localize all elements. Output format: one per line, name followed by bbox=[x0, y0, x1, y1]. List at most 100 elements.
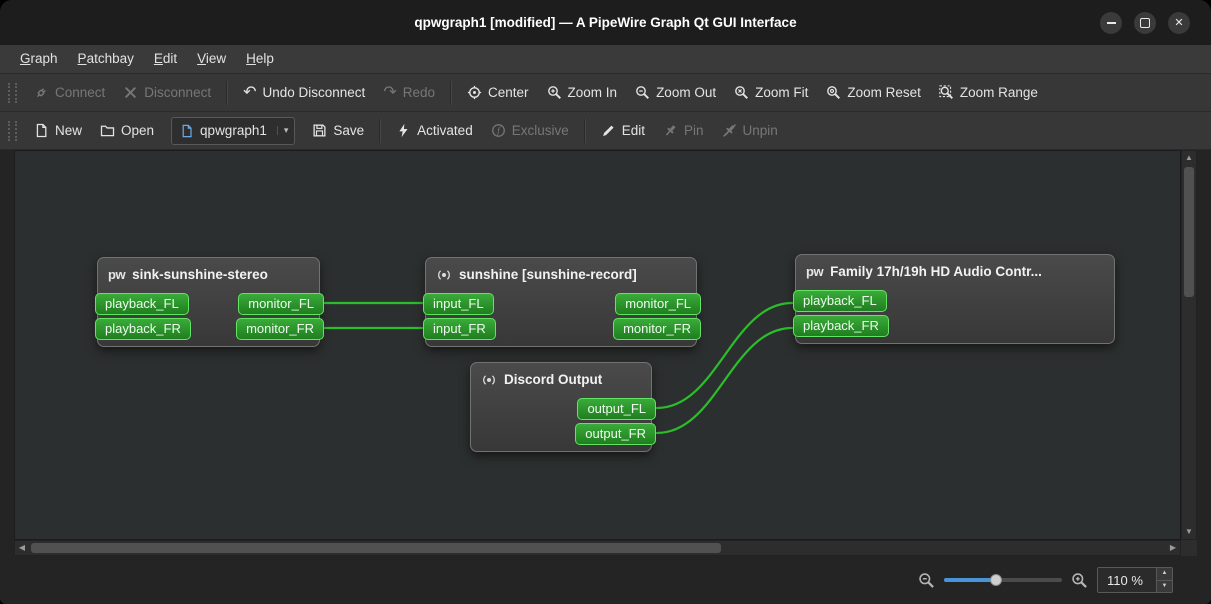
disconnect-button[interactable]: Disconnect bbox=[114, 78, 220, 108]
minimize-icon bbox=[1106, 21, 1116, 24]
port-monitor-fl[interactable]: monitor_FL bbox=[238, 293, 324, 315]
node-title: sunshine [sunshine-record] bbox=[459, 267, 637, 282]
port-output-fl[interactable]: output_FL bbox=[577, 398, 656, 420]
zoom-out-icon[interactable] bbox=[918, 572, 935, 589]
vertical-scrollbar-thumb[interactable] bbox=[1184, 167, 1194, 297]
node-family-hd-audio[interactable]: pw Family 17h/19h HD Audio Contr... play… bbox=[793, 254, 1115, 344]
zoom-fit-button[interactable]: Zoom Fit bbox=[725, 78, 817, 108]
zoom-range-button[interactable]: Zoom Range bbox=[930, 78, 1047, 108]
unpin-button[interactable]: Unpin bbox=[713, 116, 787, 146]
unpin-label: Unpin bbox=[742, 123, 778, 138]
center-icon bbox=[467, 85, 482, 100]
port-input-fr[interactable]: input_FR bbox=[423, 318, 496, 340]
node-header[interactable]: pw Family 17h/19h HD Audio Contr... bbox=[796, 255, 1114, 288]
vertical-scrollbar[interactable]: ▲ ▼ bbox=[1181, 150, 1197, 540]
spin-down-icon[interactable]: ▼ bbox=[1157, 579, 1172, 592]
scroll-left-icon[interactable]: ◀ bbox=[15, 541, 29, 555]
scroll-right-icon[interactable]: ▶ bbox=[1166, 541, 1180, 555]
zoom-range-icon bbox=[939, 85, 954, 100]
edit-button[interactable]: Edit bbox=[592, 116, 654, 146]
zoom-in-icon bbox=[547, 85, 562, 100]
pin-button[interactable]: Pin bbox=[654, 116, 713, 146]
save-icon bbox=[312, 123, 327, 138]
spin-up-icon[interactable]: ▲ bbox=[1157, 568, 1172, 580]
connect-button[interactable]: Connect bbox=[25, 78, 114, 108]
undo-icon: ↶ bbox=[243, 84, 257, 101]
node-header[interactable]: Discord Output bbox=[471, 363, 651, 396]
horizontal-scrollbar-thumb[interactable] bbox=[31, 543, 721, 553]
titlebar[interactable]: qpwgraph1 [modified] — A PipeWire Graph … bbox=[0, 0, 1211, 45]
zoom-reset-button[interactable]: Zoom Reset bbox=[817, 78, 930, 108]
zoom-range-label: Zoom Range bbox=[959, 85, 1038, 100]
pencil-icon bbox=[601, 123, 616, 138]
port-input-fl[interactable]: input_FL bbox=[423, 293, 494, 315]
zoom-in-button[interactable]: Zoom In bbox=[538, 78, 627, 108]
app-window: qpwgraph1 [modified] — A PipeWire Graph … bbox=[0, 0, 1211, 604]
toolbar-drag-handle[interactable] bbox=[8, 82, 17, 103]
edit-label: Edit bbox=[621, 123, 645, 138]
graph-toolbar: Connect Disconnect ↶ Undo Disconnect ↷ R… bbox=[0, 74, 1211, 112]
port-playback-fl[interactable]: playback_FL bbox=[793, 290, 887, 312]
zoom-fit-label: Zoom Fit bbox=[755, 85, 809, 100]
save-button[interactable]: Save bbox=[303, 116, 373, 146]
toolbar-separator bbox=[450, 80, 452, 105]
scroll-down-icon[interactable]: ▼ bbox=[1182, 525, 1196, 539]
zoom-out-button[interactable]: Zoom Out bbox=[626, 78, 725, 108]
zoom-fit-icon bbox=[734, 85, 749, 100]
zoom-spinbox[interactable]: 110 % ▲ ▼ bbox=[1097, 567, 1173, 593]
port-playback-fl[interactable]: playback_FL bbox=[95, 293, 189, 315]
zoom-in-icon[interactable] bbox=[1071, 572, 1088, 589]
exclusive-icon bbox=[491, 123, 506, 138]
graph-canvas[interactable]: pw sink-sunshine-stereo playback_FL play… bbox=[14, 150, 1181, 540]
menu-view[interactable]: View bbox=[187, 45, 236, 73]
port-monitor-fr[interactable]: monitor_FR bbox=[236, 318, 324, 340]
unpin-icon bbox=[722, 123, 737, 138]
menu-edit[interactable]: Edit bbox=[144, 45, 187, 73]
port-monitor-fl[interactable]: monitor_FL bbox=[615, 293, 701, 315]
connect-label: Connect bbox=[55, 85, 106, 100]
menu-help[interactable]: Help bbox=[236, 45, 284, 73]
session-combobox-value: qpwgraph1 bbox=[200, 123, 267, 138]
combo-dropdown-arrow-icon[interactable]: ▾ bbox=[276, 126, 288, 135]
new-button[interactable]: New bbox=[25, 116, 91, 146]
menu-patchbay[interactable]: Patchbay bbox=[68, 45, 144, 73]
port-monitor-fr[interactable]: monitor_FR bbox=[613, 318, 701, 340]
node-sink-sunshine-stereo[interactable]: pw sink-sunshine-stereo playback_FL play… bbox=[95, 257, 324, 347]
horizontal-scrollbar[interactable]: ◀ ▶ bbox=[14, 540, 1181, 556]
close-button[interactable]: ✕ bbox=[1168, 11, 1190, 34]
zoom-slider[interactable] bbox=[944, 574, 1062, 586]
menubar: Graph Patchbay Edit View Help bbox=[0, 45, 1211, 74]
menu-graph[interactable]: Graph bbox=[10, 45, 68, 73]
toolbar-drag-handle[interactable] bbox=[8, 120, 17, 141]
open-label: Open bbox=[121, 123, 155, 138]
zoom-out-icon bbox=[635, 85, 650, 100]
disconnect-label: Disconnect bbox=[144, 85, 212, 100]
node-header[interactable]: pw sink-sunshine-stereo bbox=[98, 258, 319, 291]
port-playback-fr[interactable]: playback_FR bbox=[793, 315, 889, 337]
undo-label: Undo Disconnect bbox=[262, 85, 366, 100]
scroll-up-icon[interactable]: ▲ bbox=[1182, 151, 1196, 165]
open-button[interactable]: Open bbox=[91, 116, 163, 146]
maximize-button[interactable] bbox=[1134, 11, 1156, 34]
maximize-icon bbox=[1140, 17, 1150, 28]
activated-toggle[interactable]: Activated bbox=[387, 116, 482, 146]
pipewire-icon: pw bbox=[806, 264, 824, 279]
exclusive-toggle[interactable]: Exclusive bbox=[482, 116, 578, 146]
connect-icon bbox=[34, 85, 49, 100]
center-label: Center bbox=[488, 85, 529, 100]
center-button[interactable]: Center bbox=[458, 78, 538, 108]
node-discord-output[interactable]: Discord Output output_FL output_FR bbox=[470, 362, 656, 452]
session-combobox[interactable]: qpwgraph1 ▾ bbox=[171, 116, 296, 145]
zoom-slider-handle[interactable] bbox=[990, 574, 1002, 586]
zoom-value[interactable]: 110 % bbox=[1098, 568, 1156, 592]
node-header[interactable]: sunshine [sunshine-record] bbox=[426, 258, 696, 291]
toolbar-separator bbox=[583, 118, 586, 143]
node-sunshine-record[interactable]: sunshine [sunshine-record] input_FL inpu… bbox=[423, 257, 701, 347]
port-output-fr[interactable]: output_FR bbox=[575, 423, 656, 445]
node-title: Discord Output bbox=[504, 372, 603, 387]
statusbar: 110 % ▲ ▼ bbox=[0, 556, 1211, 604]
undo-disconnect-button[interactable]: ↶ Undo Disconnect bbox=[234, 78, 374, 108]
redo-button[interactable]: ↷ Redo bbox=[374, 78, 444, 108]
minimize-button[interactable] bbox=[1100, 11, 1122, 34]
port-playback-fr[interactable]: playback_FR bbox=[95, 318, 191, 340]
